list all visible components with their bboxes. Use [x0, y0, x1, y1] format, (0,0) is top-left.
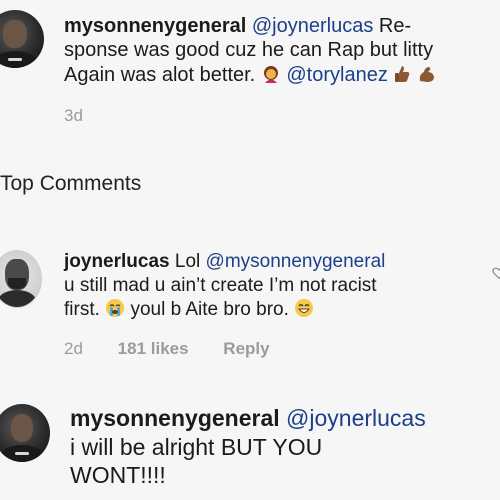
- heart-icon[interactable]: [492, 266, 500, 280]
- avatar-mysonnenygeneral[interactable]: [0, 10, 44, 68]
- comment-text: mysonnenygeneral @joynerlucas Re- sponse…: [64, 14, 494, 90]
- comment-text-fragment: Lol: [174, 251, 201, 272]
- comment-line-2: sponse was good cuz he can Rap but litty: [64, 39, 434, 62]
- flexed-biceps-emoji: [417, 64, 437, 90]
- like-count-button[interactable]: 181 likes: [118, 339, 189, 358]
- avatar-beard: [8, 277, 26, 290]
- comment-text-fragment: Again was alot better.: [64, 63, 256, 86]
- comment-line-2: i will be alright BUT YOU: [70, 433, 323, 460]
- thumbs-up-emoji: [393, 64, 411, 90]
- crying-face-emoji: [105, 298, 125, 325]
- comment-timestamp: 2d: [64, 339, 83, 358]
- comment-item-1: mysonnenygeneral @joynerlucas Re- sponse…: [0, 0, 500, 140]
- reply-button[interactable]: Reply: [223, 339, 269, 358]
- avatar-shirt: [0, 290, 37, 307]
- comment-line-3: Again was alot better. @torylanez: [64, 63, 494, 90]
- section-title-top-comments: Top Comments: [0, 172, 142, 195]
- avatar-mysonnenygeneral[interactable]: [0, 404, 50, 462]
- comment-timestamp: 3d: [64, 106, 83, 125]
- comment-text: mysonnenygeneral @joynerlucas i will be …: [70, 404, 490, 490]
- comment-mention[interactable]: @joynerlucas: [286, 405, 426, 431]
- comment-username[interactable]: mysonnenygeneral: [70, 405, 280, 431]
- comment-text-fragment: first.: [64, 299, 100, 321]
- comment-line-3: first. youl b Aite bro bro.: [64, 298, 484, 325]
- woman-emoji: [261, 64, 281, 90]
- avatar-face: [3, 20, 27, 49]
- avatar-mark: [8, 57, 22, 62]
- comments-screen: mysonnenygeneral @joynerlucas Re- sponse…: [0, 0, 500, 500]
- comment-line-1: mysonnenygeneral @joynerlucas: [70, 404, 490, 433]
- comment-username[interactable]: joynerlucas: [64, 251, 170, 272]
- grinning-face-emoji: [294, 298, 314, 325]
- comment-mention[interactable]: @joynerlucas: [252, 15, 373, 37]
- avatar-joynerlucas[interactable]: [0, 250, 42, 308]
- avatar-face: [10, 414, 34, 443]
- comment-meta: 2d 181 likes Reply: [64, 339, 300, 359]
- comment-item-3: mysonnenygeneral @joynerlucas i will be …: [0, 396, 500, 500]
- avatar-mark: [15, 451, 29, 456]
- comment-item-2: joynerlucas Lol @mysonnenygeneral u stil…: [0, 240, 500, 370]
- comment-username[interactable]: mysonnenygeneral: [64, 15, 246, 37]
- comment-text-fragment: Re-: [373, 15, 412, 37]
- comment-line-3: WONT!!!!: [70, 462, 166, 489]
- comment-mention[interactable]: @torylanez: [286, 64, 387, 86]
- comment-text: joynerlucas Lol @mysonnenygeneral u stil…: [64, 250, 484, 325]
- comment-text-fragment: youl b Aite bro bro.: [130, 299, 289, 321]
- comment-mention[interactable]: @mysonnenygeneral: [206, 251, 386, 272]
- comment-line-1: joynerlucas Lol @mysonnenygeneral: [64, 250, 484, 274]
- comment-line-1: mysonnenygeneral @joynerlucas Re-: [64, 14, 494, 38]
- comment-meta: 3d: [64, 106, 113, 126]
- comment-line-2: u still mad u ain’t create I’m not racis…: [64, 275, 377, 297]
